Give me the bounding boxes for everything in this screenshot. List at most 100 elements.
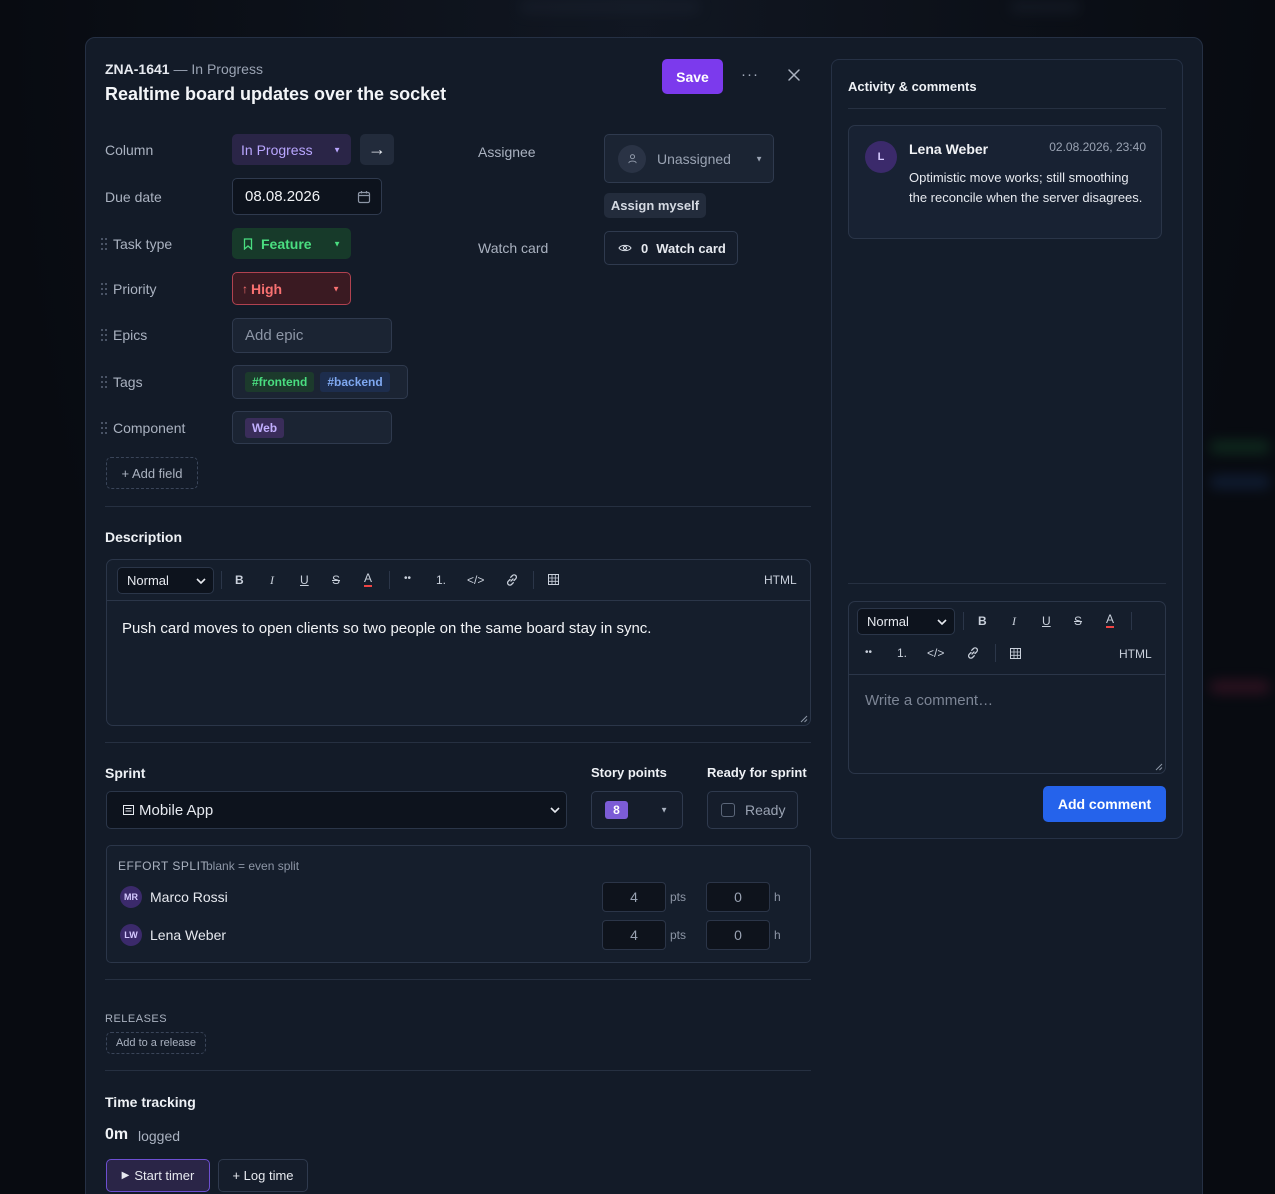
chevron-down-icon: ▼ bbox=[755, 154, 763, 163]
calendar-icon[interactable] bbox=[357, 190, 371, 204]
points-input[interactable]: 4 bbox=[602, 882, 666, 912]
chevron-down-icon: ▼ bbox=[333, 145, 341, 154]
link-icon[interactable] bbox=[966, 646, 980, 660]
italic-button[interactable]: I bbox=[1012, 614, 1016, 629]
format-select[interactable]: Normal bbox=[117, 567, 214, 594]
hours-input[interactable]: 0 bbox=[706, 882, 770, 912]
divider bbox=[848, 583, 1166, 584]
divider bbox=[105, 742, 811, 743]
tag-chip[interactable]: #backend bbox=[320, 372, 390, 392]
bold-button[interactable]: B bbox=[235, 573, 244, 587]
ordered-list-button[interactable]: 1. bbox=[897, 646, 907, 660]
drag-handle-icon[interactable] bbox=[101, 375, 109, 389]
sprint-select[interactable]: Mobile App bbox=[106, 791, 567, 829]
strike-button[interactable]: S bbox=[332, 573, 340, 587]
points-input[interactable]: 4 bbox=[602, 920, 666, 950]
add-field-button[interactable]: + Add field bbox=[106, 457, 198, 489]
underline-button[interactable]: U bbox=[1042, 614, 1051, 628]
toolbar-separator bbox=[533, 571, 534, 589]
due-date-label: Due date bbox=[105, 189, 162, 205]
releases-title: RELEASES bbox=[105, 1013, 168, 1025]
chevron-down-icon: ▼ bbox=[660, 805, 668, 815]
watch-count: 0 bbox=[641, 240, 649, 256]
priority-select[interactable]: ↑ High ▼ bbox=[232, 272, 351, 305]
ready-checkbox-field[interactable]: Ready bbox=[707, 791, 798, 829]
italic-button[interactable]: I bbox=[270, 573, 274, 588]
chevron-down-icon: ▼ bbox=[333, 239, 341, 248]
tag-chip[interactable]: #frontend bbox=[245, 372, 315, 392]
bullet-list-button[interactable]: •• bbox=[865, 647, 872, 658]
epics-input[interactable]: Add epic bbox=[232, 318, 392, 353]
task-title[interactable]: Realtime board updates over the socket bbox=[105, 84, 446, 105]
hours-input[interactable]: 0 bbox=[706, 920, 770, 950]
tags-label: Tags bbox=[113, 374, 143, 390]
story-points-select[interactable]: 8 ▼ bbox=[591, 791, 683, 829]
background-blur bbox=[520, 0, 700, 14]
comment-timestamp: 02.08.2026, 23:40 bbox=[1049, 140, 1146, 154]
story-points-label: Story points bbox=[591, 765, 667, 780]
add-to-release-button[interactable]: Add to a release bbox=[106, 1032, 206, 1054]
text-color-button[interactable]: A bbox=[1106, 613, 1115, 628]
drag-handle-icon[interactable] bbox=[101, 237, 109, 251]
bookmark-icon bbox=[243, 237, 253, 250]
column-value: In Progress bbox=[241, 141, 313, 158]
task-type-label: Task type bbox=[113, 236, 173, 252]
time-tracking-title: Time tracking bbox=[105, 1094, 196, 1110]
assignee-select[interactable]: Unassigned ▼ bbox=[604, 134, 774, 183]
background-blur bbox=[1210, 440, 1270, 454]
ready-checkbox-label: Ready bbox=[745, 802, 786, 818]
text-color-button[interactable]: A bbox=[364, 572, 373, 587]
strike-button[interactable]: S bbox=[1074, 614, 1082, 628]
code-button[interactable]: </> bbox=[467, 573, 484, 587]
resize-handle-icon[interactable] bbox=[1155, 763, 1163, 771]
format-select-value: Normal bbox=[127, 573, 169, 588]
divider bbox=[105, 1070, 811, 1071]
resize-handle-icon[interactable] bbox=[800, 715, 808, 723]
table-icon[interactable] bbox=[548, 574, 559, 585]
column-select[interactable]: In Progress ▼ bbox=[232, 134, 351, 165]
link-icon[interactable] bbox=[505, 573, 519, 587]
underline-button[interactable]: U bbox=[300, 573, 309, 587]
due-date-input[interactable]: 08.08.2026 bbox=[232, 178, 382, 215]
description-title: Description bbox=[105, 529, 183, 545]
sprint-value: Mobile App bbox=[139, 801, 214, 819]
html-toggle-button[interactable]: HTML bbox=[764, 573, 797, 587]
move-column-button[interactable]: → bbox=[360, 134, 394, 165]
due-date-value: 08.08.2026 bbox=[245, 188, 321, 205]
assign-myself-button[interactable]: Assign myself bbox=[604, 193, 706, 218]
effort-split-title: EFFORT SPLIT bbox=[118, 859, 209, 873]
code-button[interactable]: </> bbox=[927, 646, 944, 660]
component-chip[interactable]: Web bbox=[245, 417, 285, 438]
chevron-down-icon bbox=[196, 577, 206, 584]
drag-handle-icon[interactable] bbox=[101, 282, 109, 296]
chevron-down-icon: ▼ bbox=[332, 284, 340, 293]
activity-title: Activity & comments bbox=[848, 79, 977, 94]
save-button[interactable]: Save bbox=[662, 59, 723, 94]
watch-label: Watch card bbox=[478, 240, 549, 256]
avatar: MR bbox=[120, 886, 142, 908]
table-icon[interactable] bbox=[1010, 648, 1021, 659]
start-timer-button[interactable]: ▶ Start timer bbox=[106, 1159, 210, 1192]
add-comment-button[interactable]: Add comment bbox=[1043, 786, 1166, 822]
html-toggle-button[interactable]: HTML bbox=[1119, 647, 1152, 661]
comment-input[interactable]: Write a comment… bbox=[865, 692, 993, 709]
toolbar-divider bbox=[849, 674, 1165, 675]
description-text[interactable]: Push card moves to open clients so two p… bbox=[122, 620, 651, 637]
comment-card: L Lena Weber 02.08.2026, 23:40 Optimisti… bbox=[848, 125, 1162, 239]
bold-button[interactable]: B bbox=[978, 614, 987, 628]
close-icon[interactable] bbox=[786, 67, 802, 83]
divider bbox=[105, 979, 811, 980]
watch-card-button[interactable]: 0 Watch card bbox=[604, 231, 738, 265]
drag-handle-icon[interactable] bbox=[101, 421, 109, 435]
more-options-icon[interactable]: ··· bbox=[741, 66, 759, 83]
ordered-list-button[interactable]: 1. bbox=[436, 573, 446, 587]
task-type-select[interactable]: Feature ▼ bbox=[232, 228, 351, 259]
log-time-button[interactable]: + Log time bbox=[218, 1159, 308, 1192]
drag-handle-icon[interactable] bbox=[101, 328, 109, 342]
divider bbox=[105, 506, 811, 507]
component-input[interactable]: Web bbox=[232, 411, 392, 444]
ready-checkbox[interactable] bbox=[721, 803, 735, 817]
bullet-list-button[interactable]: •• bbox=[404, 573, 411, 584]
tags-input[interactable]: #frontend #backend bbox=[232, 365, 408, 399]
format-select[interactable]: Normal bbox=[857, 608, 955, 635]
